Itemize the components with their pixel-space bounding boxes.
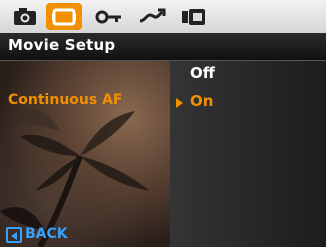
option-on[interactable]: On [170,89,326,117]
tab-camera[interactable] [8,3,42,30]
wave-icon [139,8,166,23]
key-icon [95,10,121,24]
page-title: Movie Setup [8,36,116,54]
flower-silhouette [0,108,150,247]
menu-tab-bar [0,0,326,33]
movie-icon [52,8,76,26]
tab-movie[interactable] [46,3,82,30]
camera-menu-screen: Movie Setup Off On Continuous AF BACK [0,0,326,247]
option-label: Off [190,64,215,82]
background-photo [0,61,170,247]
title-bar: Movie Setup [0,33,326,61]
back-arrow-icon [6,227,22,243]
back-label: BACK [25,226,68,242]
option-off[interactable]: Off [170,61,326,89]
selected-arrow-icon [176,98,183,108]
tab-playback[interactable] [91,3,125,30]
tab-effect[interactable] [136,3,170,30]
setting-continuous-af[interactable]: Continuous AF [8,92,122,108]
setup-icon [182,9,205,25]
option-label: On [190,92,214,110]
tab-settings[interactable] [177,3,211,30]
back-button[interactable]: BACK [6,226,86,244]
options-panel: Off On [170,61,326,247]
camera-icon [14,8,36,25]
